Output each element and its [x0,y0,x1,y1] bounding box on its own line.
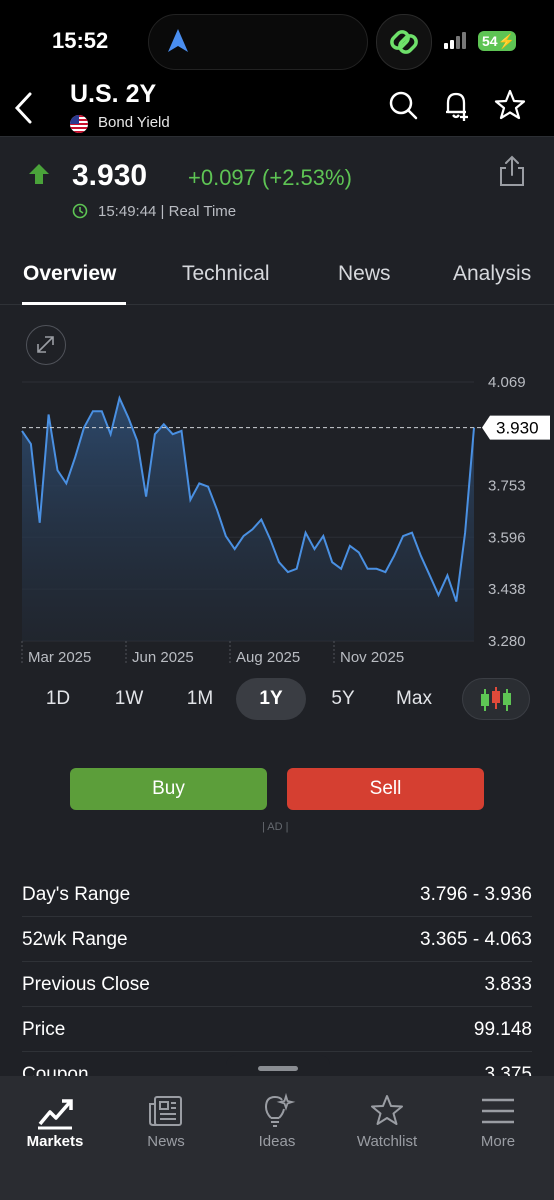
stat-row: Previous Close 3.833 [22,962,532,1007]
dynamic-island [148,14,368,70]
nav-more[interactable]: More [443,1076,553,1166]
range-5y[interactable]: 5Y [308,678,378,720]
instrument-title: U.S. 2Y [70,80,157,108]
nav-label: Watchlist [356,1133,418,1150]
current-value-label: 3.930 [496,419,539,438]
quote-panel: 3.930 +0.097 (+2.53%) 15:49:44 | Real Ti… [0,136,554,237]
stat-value: 3.365 - 4.063 [420,929,532,950]
search-icon[interactable] [386,88,420,122]
price-chart[interactable]: 4.069 3.753 3.596 3.438 3.280 Mar 2025 Jun 20… [0,360,554,670]
sell-button[interactable]: Sell [287,768,484,810]
stat-row: Price 99.148 [22,1007,532,1052]
tab-analysis[interactable]: Analysis [453,262,531,286]
bottom-navigation: Markets News Ideas Watchlist More [0,1076,554,1200]
nav-label: Ideas [258,1133,296,1150]
up-arrow-icon [29,164,49,184]
y-tick-label: 3.596 [488,529,526,546]
candlestick-toggle[interactable] [462,678,530,720]
section-tabs: Overview Technical News Analysis [0,244,554,305]
nav-label: More [480,1133,516,1150]
instrument-subtitle: Bond Yield [98,114,170,131]
quote-time: 15:49:44 | Real Time [98,203,237,220]
markets-icon [38,1099,73,1130]
header: U.S. 2Y Bond Yield [0,80,554,136]
current-value-badge: 3.930 [482,415,550,440]
range-1d[interactable]: 1D [23,678,93,720]
stat-value: 3.796 - 3.936 [420,884,532,905]
tab-overview[interactable]: Overview [23,262,116,286]
navigation-arrow-icon [168,29,188,52]
stat-row: Day's Range 3.796 - 3.936 [22,872,532,917]
y-tick-label: 4.069 [488,374,526,391]
ideas-icon [264,1092,296,1127]
y-tick-label: 3.753 [488,478,526,495]
nav-handle-bar [258,1066,298,1071]
range-1w[interactable]: 1W [94,678,164,720]
stat-value: 3.833 [484,974,532,995]
range-max[interactable]: Max [379,678,449,720]
back-icon[interactable] [12,90,34,126]
signal-icon [444,32,466,49]
stat-label: Previous Close [22,974,150,995]
x-tick-label: Jun 2025 [132,649,194,666]
active-tab-indicator [22,302,126,305]
stat-label: 52wk Range [22,929,128,950]
us-flag-icon [70,115,88,133]
nav-watchlist[interactable]: Watchlist [332,1076,442,1166]
nav-label: Markets [26,1133,84,1150]
tab-technical[interactable]: Technical [182,262,270,286]
last-price: 3.930 [72,159,148,192]
watchlist-icon [371,1095,403,1125]
range-1y[interactable]: 1Y [236,678,306,720]
news-icon [149,1096,182,1126]
expand-chart-button[interactable] [26,325,66,365]
tab-news[interactable]: News [338,262,391,286]
candlestick-icon [481,687,511,711]
chart-area [22,398,474,641]
status-time: 15:52 [52,28,109,53]
battery-indicator: 54⚡ [478,31,516,51]
y-tick-label: 3.280 [488,633,526,650]
nav-markets[interactable]: Markets [0,1076,110,1166]
x-tick-label: Aug 2025 [236,649,300,666]
nav-ideas[interactable]: Ideas [222,1076,332,1166]
star-icon[interactable] [493,88,527,122]
nav-label: News [147,1133,185,1150]
buy-button[interactable]: Buy [70,768,267,810]
nav-news[interactable]: News [111,1076,221,1166]
clock-icon [72,203,88,219]
link-icon [376,14,432,70]
y-tick-label: 3.438 [488,581,526,598]
add-alert-icon[interactable] [440,88,474,122]
x-tick-label: Mar 2025 [28,649,91,666]
status-bar: 15:52 54⚡ [0,0,554,80]
price-change: +0.097 (+2.53%) [188,165,352,190]
share-icon[interactable] [498,155,526,187]
ad-label: | AD | [262,821,289,833]
stat-value: 99.148 [473,1019,532,1040]
x-tick-label: Nov 2025 [340,649,404,666]
stat-label: Price [22,1019,66,1040]
stat-label: Day's Range [22,884,131,905]
range-1m[interactable]: 1M [165,678,235,720]
expand-icon [37,336,54,353]
stat-row: 52wk Range 3.365 - 4.063 [22,917,532,962]
menu-icon [482,1098,514,1124]
